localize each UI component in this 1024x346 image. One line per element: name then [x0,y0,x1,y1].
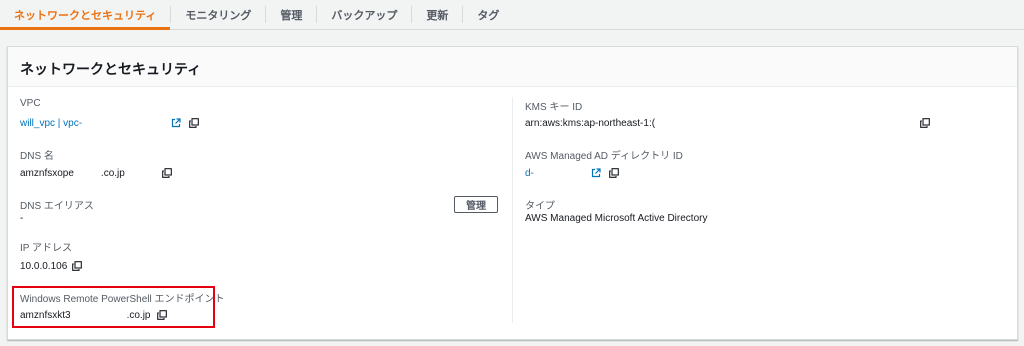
dns-alias-label: DNS エイリアス [20,201,94,212]
column-divider [512,97,513,323]
external-link-icon[interactable] [591,168,601,178]
dns-alias-value: - [20,213,24,224]
tab-backups[interactable]: バックアップ [317,0,411,29]
dns-name-label: DNS 名 [20,151,54,162]
tab-tags[interactable]: タグ [463,0,513,29]
panel-title: ネットワークとセキュリティ [20,61,202,77]
dns-name-value: amznfsxope .co.jp [20,168,125,179]
managed-ad-label: AWS Managed AD ディレクトリ ID [525,151,683,162]
copy-icon[interactable] [157,310,167,320]
tab-network-security[interactable]: ネットワークとセキュリティ [0,0,171,30]
tab-monitoring[interactable]: モニタリング [171,0,265,29]
copy-icon[interactable] [162,168,172,178]
tab-administration[interactable]: 管理 [266,0,316,29]
tab-bar: ネットワークとセキュリティ モニタリング 管理 バックアップ 更新 タグ [0,0,1024,30]
ip-address-value: 10.0.0.106 [20,261,68,272]
vpc-link[interactable]: will_vpc | vpc- [20,118,82,129]
copy-icon[interactable] [72,261,82,271]
kms-key-label: KMS キー ID [525,102,583,113]
panel-header: ネットワークとセキュリティ [8,47,1017,87]
copy-icon[interactable] [189,118,199,128]
network-security-panel: ネットワークとセキュリティ VPC will_vpc | vpc- DNS 名 … [7,46,1018,340]
powershell-endpoint-label: Windows Remote PowerShell エンドポイント [20,294,225,305]
manage-dns-alias-button[interactable]: 管理 [454,196,498,213]
dns-name-prefix: amznfsxope [20,168,74,179]
external-link-icon[interactable] [171,118,181,128]
powershell-endpoint-prefix: amznfsxkt3 [20,310,71,321]
powershell-endpoint-suffix: .co.jp [126,310,151,321]
managed-ad-link[interactable]: d- [525,168,534,179]
type-value: AWS Managed Microsoft Active Directory [525,213,708,224]
powershell-endpoint-value: amznfsxkt3 .co.jp [20,310,150,321]
copy-icon[interactable] [920,118,930,128]
vpc-label: VPC [20,98,41,109]
ip-address-label: IP アドレス [20,243,73,254]
dns-name-suffix: .co.jp [100,168,125,179]
tab-updates[interactable]: 更新 [412,0,462,29]
type-label: タイプ [525,201,555,212]
kms-key-value: arn:aws:kms:ap-northeast-1:( [525,118,656,129]
copy-icon[interactable] [609,168,619,178]
